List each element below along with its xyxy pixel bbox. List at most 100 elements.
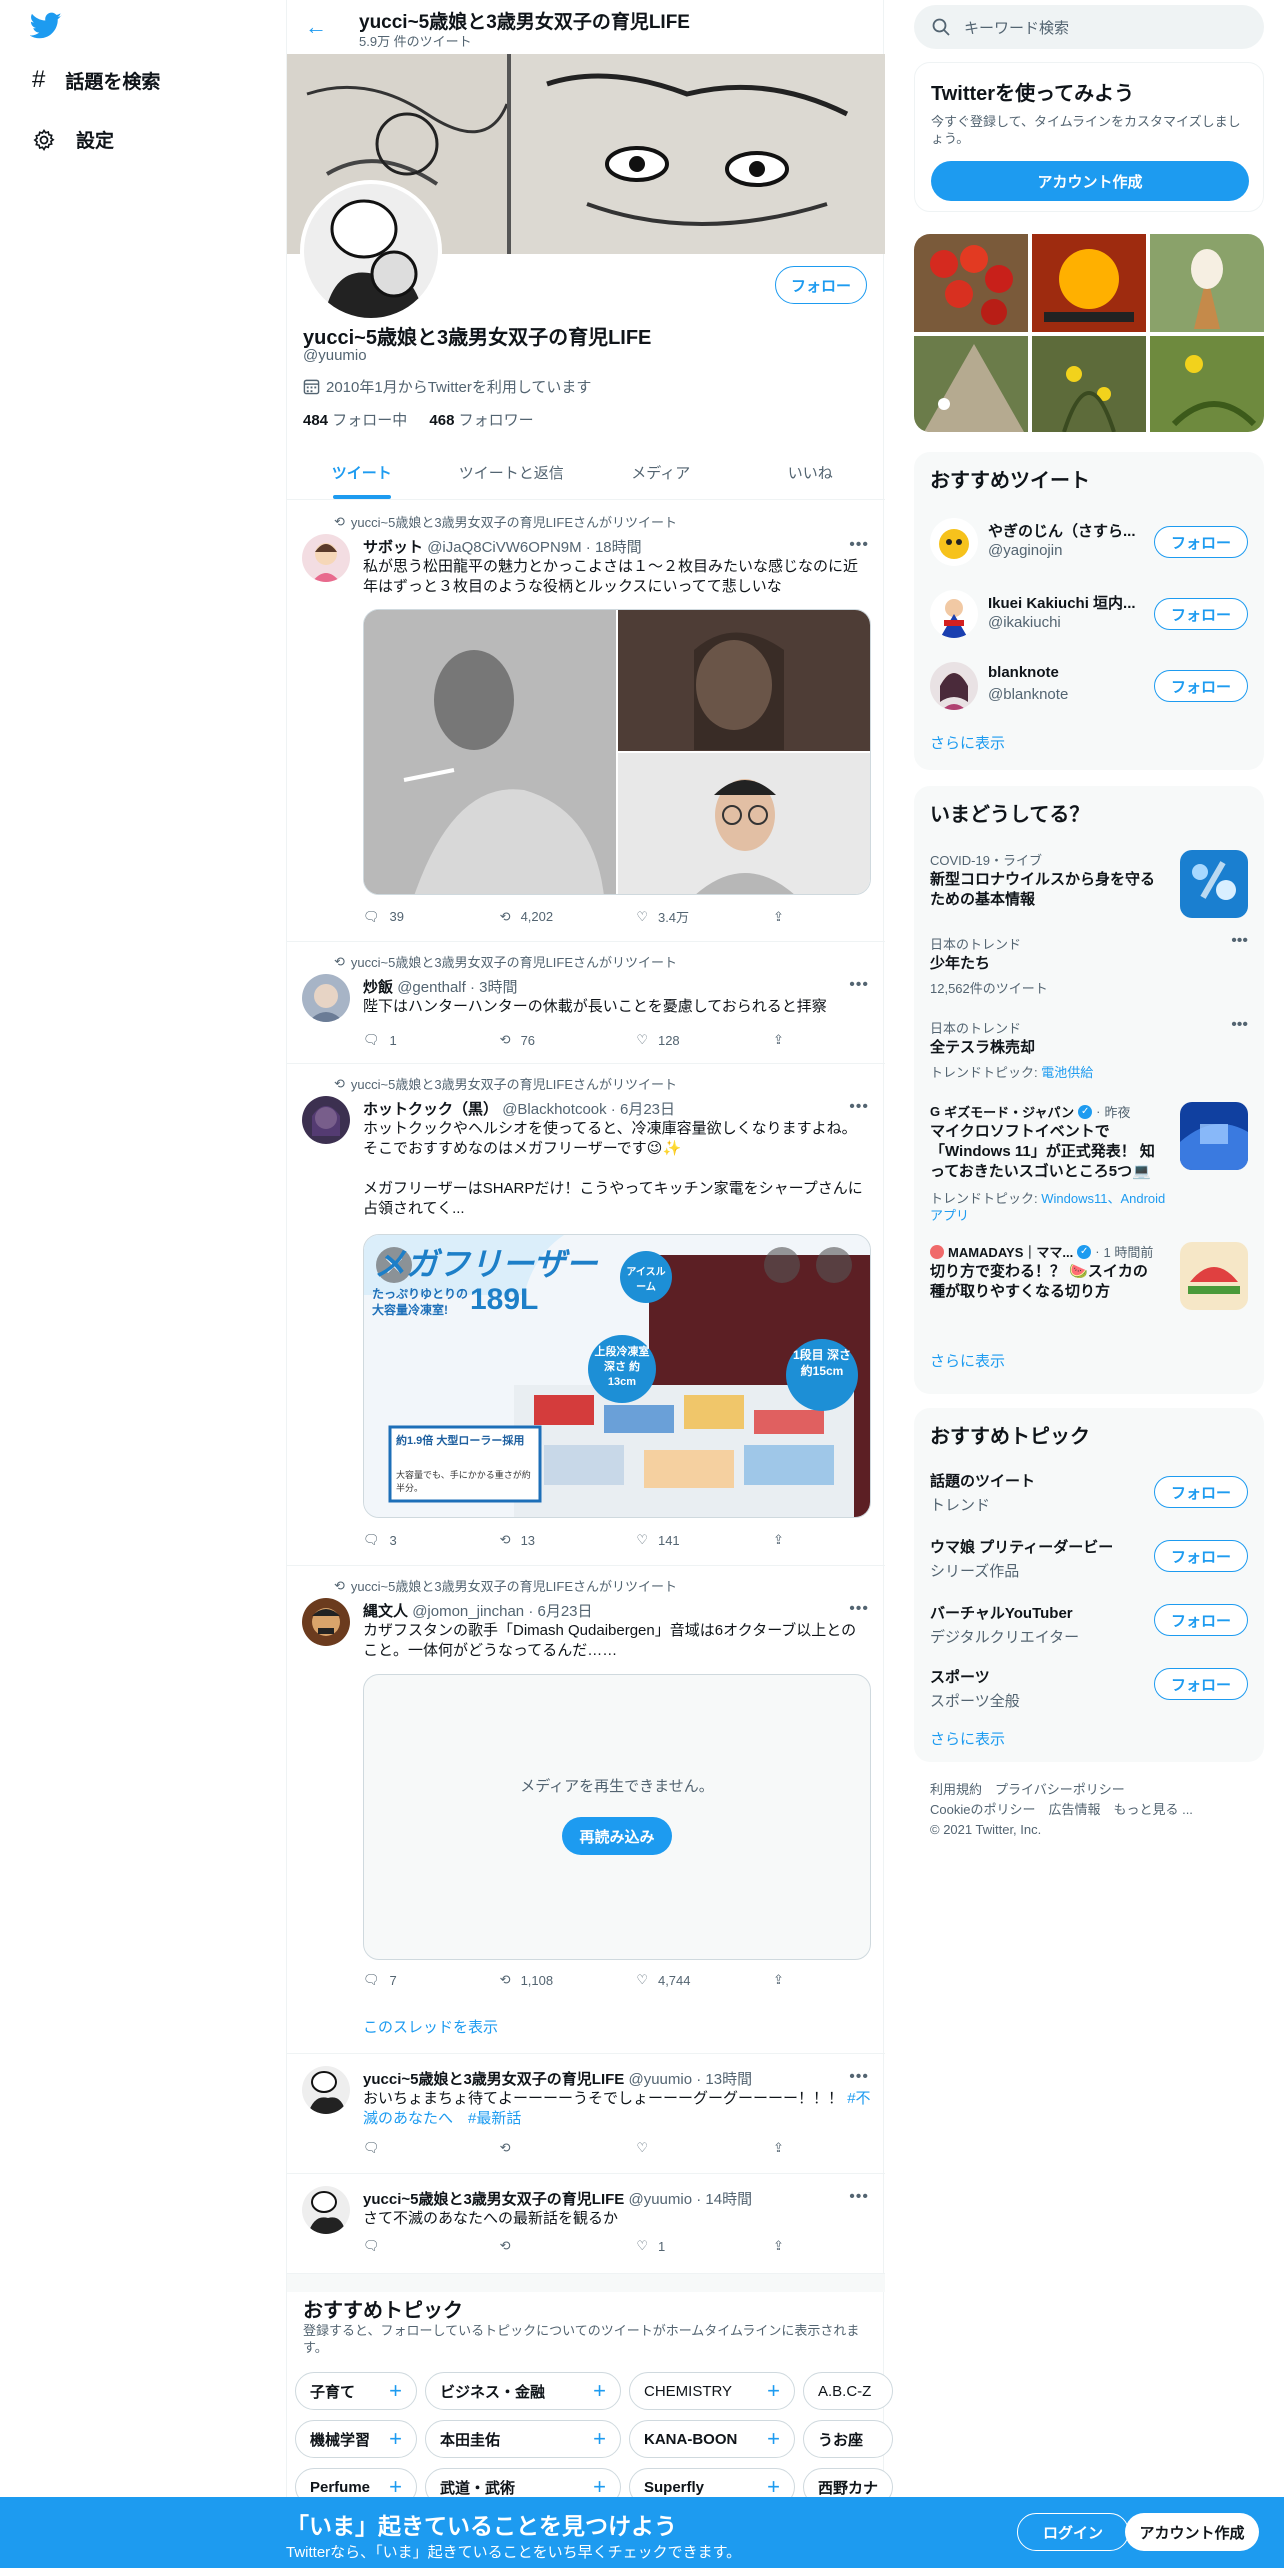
retweet-button[interactable]: ⟲ — [500, 2140, 600, 2156]
like-button[interactable]: ♡ 141 — [636, 1532, 736, 1548]
avatar[interactable] — [302, 2066, 350, 2114]
like-button[interactable]: ♡ 3.4万 — [636, 907, 736, 926]
like-button[interactable]: ♡ 4,744 — [636, 1972, 736, 1988]
avatar[interactable] — [302, 1598, 350, 1646]
tab-tweets-and-replies[interactable]: ツイートと返信 — [437, 446, 587, 499]
topic-chip[interactable]: うお座 — [803, 2420, 893, 2458]
topic-item[interactable]: スポーツ スポーツ全般 フォロー — [914, 1654, 1264, 1718]
twitter-logo-icon[interactable] — [30, 12, 62, 40]
more-options-icon[interactable]: ••• — [849, 2068, 869, 2086]
tweet-time[interactable]: 14時間 — [705, 2191, 752, 2208]
tweet-item[interactable]: ⟲ yucci~5歳娘と3歳男女双子の育児LIFEさんがリツイート 縄文人 @jo… — [287, 1566, 885, 2054]
follow-button[interactable]: フォロー — [1154, 1540, 1248, 1572]
reply-button[interactable]: 🗨 7 — [363, 1972, 463, 1988]
trend-item[interactable]: G ギズモード・ジャパン ✓ · 昨夜 マイクロソフトイベントで「Windows … — [914, 1092, 1264, 1232]
tweet-item[interactable]: ⟲ yucci~5歳娘と3歳男女双子の育児LIFEさんがリツイート ホットクック（… — [287, 1064, 885, 1566]
avatar[interactable] — [930, 662, 978, 710]
followers-link[interactable]: 468 フォロワー — [429, 412, 533, 429]
topic-item[interactable]: バーチャルYouTuber デジタルクリエイター フォロー — [914, 1590, 1264, 1654]
show-more-link[interactable]: さらに表示 — [930, 1350, 1005, 1371]
show-thread-link[interactable]: このスレッドを表示 — [363, 2016, 498, 2037]
tweet-time[interactable]: 6月23日 — [538, 1603, 593, 1620]
trend-topic-link[interactable]: 電池供給 — [1041, 1065, 1093, 1080]
trend-item[interactable]: MAMADAYS｜ママ... ✓ · 1 時間前 切り方で変わる！？ 🍉スイカの種… — [914, 1232, 1264, 1342]
avatar[interactable] — [302, 974, 350, 1022]
more-options-icon[interactable]: ••• — [849, 2188, 869, 2206]
reply-button[interactable]: 🗨 39 — [363, 907, 463, 926]
tweet-time[interactable]: 3時間 — [479, 979, 517, 996]
media-gallery[interactable] — [914, 234, 1264, 432]
tweet-item[interactable]: ⟲ yucci~5歳娘と3歳男女双子の育児LIFEさんがリツイート 炒飯 @gen… — [287, 942, 885, 1064]
topic-item[interactable]: 話題のツイート トレンド フォロー — [914, 1462, 1264, 1526]
reply-button[interactable]: 🗨 — [363, 2140, 463, 2156]
share-button[interactable]: ⇪ — [773, 2238, 793, 2254]
topic-chip[interactable]: CHEMISTRY + — [629, 2372, 795, 2410]
user-suggestion[interactable]: Ikuei Kakiuchi 垣内... @ikakiuchi フォロー — [914, 578, 1264, 650]
create-account-button[interactable]: アカウント作成 — [931, 161, 1249, 201]
tweet-media-grid[interactable] — [363, 609, 871, 895]
topic-chip[interactable]: 本田圭佑 + — [425, 2420, 621, 2458]
more-options-icon[interactable]: ••• — [1231, 1016, 1248, 1034]
topic-chip[interactable]: A.B.C-Z — [803, 2372, 893, 2410]
trend-item[interactable]: 日本のトレンド 全テスラ株売却 トレンドトピック: 電池供給 ••• — [914, 1008, 1264, 1092]
more-options-icon[interactable]: ••• — [849, 1098, 869, 1116]
show-more-link[interactable]: さらに表示 — [930, 732, 1005, 753]
share-button[interactable]: ⇪ — [773, 1532, 793, 1548]
reply-button[interactable]: 🗨 3 — [363, 1532, 463, 1548]
profile-avatar[interactable] — [300, 180, 442, 322]
signup-button[interactable]: アカウント作成 — [1125, 2513, 1259, 2551]
tweet-time[interactable]: 18時間 — [595, 539, 642, 556]
tweet-time[interactable]: 6月23日 — [620, 1101, 675, 1118]
reply-button[interactable]: 🗨 — [363, 2238, 463, 2254]
retweet-button[interactable]: ⟲ 1,108 — [500, 1972, 600, 1988]
tweet-item[interactable]: yucci~5歳娘と3歳男女双子の育児LIFE @yuumio · 14時間 •… — [287, 2174, 885, 2274]
more-options-icon[interactable]: ••• — [849, 536, 869, 554]
follow-button[interactable]: フォロー — [1154, 1604, 1248, 1636]
tweet-author-name[interactable]: yucci~5歳娘と3歳男女双子の育児LIFE — [363, 2191, 624, 2208]
avatar[interactable] — [930, 518, 978, 566]
tweet-author-name[interactable]: yucci~5歳娘と3歳男女双子の育児LIFE — [363, 2071, 624, 2088]
hashtag-link[interactable]: #最新話 — [468, 2110, 521, 2127]
avatar[interactable] — [302, 2186, 350, 2234]
share-button[interactable]: ⇪ — [773, 2140, 793, 2156]
topic-item[interactable]: ウマ娘 プリティーダービー シリーズ作品 フォロー — [914, 1526, 1264, 1590]
tweet-author-name[interactable]: サボット — [363, 539, 423, 556]
topic-chip[interactable]: 機械学習 + — [295, 2420, 417, 2458]
login-button[interactable]: ログイン — [1017, 2513, 1129, 2551]
tweet-author-name[interactable]: 炒飯 — [363, 979, 393, 996]
avatar[interactable] — [302, 534, 350, 582]
tweet-item[interactable]: yucci~5歳娘と3歳男女双子の育児LIFE @yuumio · 13時間 •… — [287, 2054, 885, 2174]
nav-settings[interactable]: 設定 — [32, 126, 114, 153]
topic-chip[interactable]: ビジネス・金融 + — [425, 2372, 621, 2410]
more-options-icon[interactable]: ••• — [849, 1600, 869, 1618]
tab-media[interactable]: メディア — [586, 446, 736, 499]
back-arrow-icon[interactable]: ← — [305, 14, 327, 40]
footer-line-2[interactable]: Cookieのポリシー 広告情報 もっと見る ... — [930, 1800, 1193, 1820]
follow-button[interactable]: フォロー — [1154, 1476, 1248, 1508]
share-button[interactable]: ⇪ — [773, 907, 793, 926]
follow-button[interactable]: フォロー — [1154, 670, 1248, 702]
tweet-item[interactable]: ⟲ yucci~5歳娘と3歳男女双子の育児LIFEさんがリツイート サボット @i… — [287, 500, 885, 942]
like-button[interactable]: ♡ 128 — [636, 1032, 736, 1048]
retweet-button[interactable]: ⟲ 13 — [500, 1532, 600, 1548]
more-options-icon[interactable]: ••• — [849, 976, 869, 994]
tab-likes[interactable]: いいね — [736, 446, 886, 499]
tweet-time[interactable]: 13時間 — [705, 2071, 752, 2088]
tweet-ad-image[interactable]: メガフリーザー たっぷりゆとりの 大容量冷凍室! 189L アイスルーム 上段冷… — [363, 1234, 871, 1518]
reload-button[interactable]: 再読み込み — [562, 1817, 672, 1855]
avatar[interactable] — [930, 590, 978, 638]
topic-chip[interactable]: KANA-BOON + — [629, 2420, 795, 2458]
share-button[interactable]: ⇪ — [773, 1972, 793, 1988]
user-suggestion[interactable]: blanknote @blanknote フォロー — [914, 650, 1264, 722]
follow-button[interactable]: フォロー — [1154, 526, 1248, 558]
reply-button[interactable]: 🗨 1 — [363, 1032, 463, 1048]
trend-item[interactable]: COVID-19・ライブ 新型コロナウイルスから身を守るための基本情報 — [914, 840, 1264, 924]
retweet-button[interactable]: ⟲ 76 — [500, 1032, 600, 1048]
search-input[interactable]: キーワード検索 — [914, 5, 1264, 49]
topic-chip[interactable]: 子育て + — [295, 2372, 417, 2410]
retweet-button[interactable]: ⟲ — [500, 2238, 600, 2254]
avatar[interactable] — [302, 1096, 350, 1144]
trend-item[interactable]: 日本のトレンド 少年たち 12,562件のツイート ••• — [914, 924, 1264, 1008]
follow-button[interactable]: フォロー — [1154, 598, 1248, 630]
retweet-button[interactable]: ⟲ 4,202 — [500, 907, 600, 926]
